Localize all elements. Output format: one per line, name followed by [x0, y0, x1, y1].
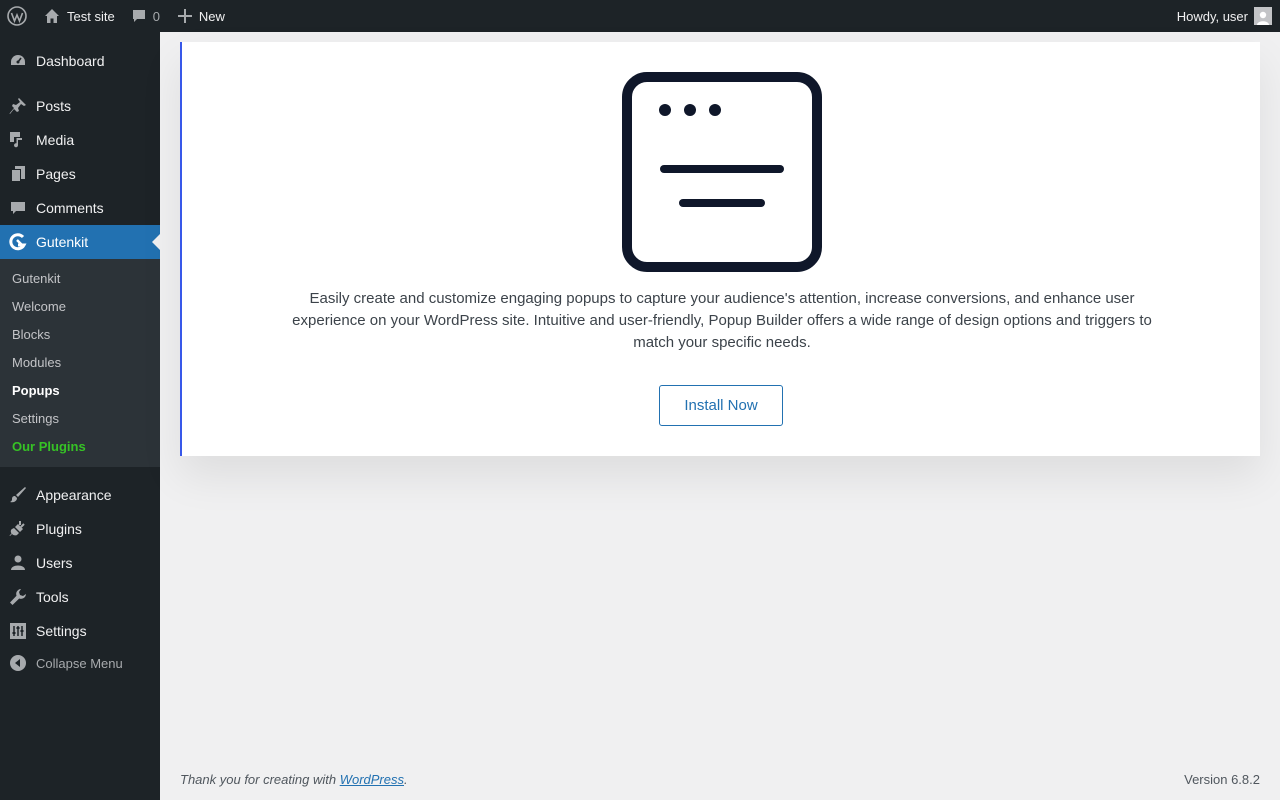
avatar: [1254, 7, 1272, 25]
popup-window-icon: [622, 72, 822, 272]
sidebar-item-comments[interactable]: Comments: [0, 191, 160, 225]
sliders-icon: [0, 622, 36, 640]
sidebar-item-posts[interactable]: Posts: [0, 89, 160, 123]
user-icon: [0, 554, 36, 572]
dashboard-icon: [0, 52, 36, 70]
comments-count: 0: [152, 8, 160, 24]
sidebar-item-label: Appearance: [36, 487, 112, 503]
submenu-item-blocks[interactable]: Blocks: [12, 327, 50, 342]
brush-icon: [0, 486, 36, 504]
new-content-link[interactable]: New: [168, 0, 233, 32]
sidebar-item-appearance[interactable]: Appearance: [0, 478, 160, 512]
gutenkit-icon: [0, 232, 36, 252]
sidebar-item-label: Comments: [36, 200, 104, 216]
wordpress-link[interactable]: WordPress: [340, 772, 404, 787]
comment-icon: [132, 10, 145, 22]
sidebar-item-label: Pages: [36, 166, 76, 182]
footer-period: .: [404, 772, 408, 787]
sidebar-item-label: Settings: [36, 623, 87, 639]
sidebar-item-label: Gutenkit: [36, 234, 89, 250]
sidebar-item-pages[interactable]: Pages: [0, 157, 160, 191]
submenu-item-welcome[interactable]: Welcome: [12, 299, 66, 314]
submenu-item-modules[interactable]: Modules: [12, 355, 61, 370]
sidebar-item-media[interactable]: Media: [0, 123, 160, 157]
footer-thanks-text: Thank you for creating with: [180, 772, 340, 787]
sidebar-item-settings[interactable]: Settings: [0, 614, 160, 648]
howdy-text: Howdy, user: [1176, 8, 1248, 24]
site-name-link[interactable]: Test site: [34, 0, 123, 32]
admin-sidebar: Dashboard Posts Media Pages Comments Gut…: [0, 32, 160, 800]
media-icon: [0, 131, 36, 149]
submenu-item-gutenkit[interactable]: Gutenkit: [12, 271, 60, 286]
sidebar-item-plugins[interactable]: Plugins: [0, 512, 160, 546]
wrench-icon: [0, 588, 36, 606]
comment-icon: [0, 199, 36, 217]
footer-thankyou: Thank you for creating with WordPress.: [180, 772, 408, 787]
collapse-arrow-icon: [0, 654, 36, 672]
footer-version: Version 6.8.2: [1184, 772, 1260, 787]
home-icon: [45, 9, 59, 23]
collapse-menu-button[interactable]: Collapse Menu: [0, 646, 160, 680]
pages-icon: [0, 165, 36, 183]
user-avatar-icon: [1257, 11, 1269, 25]
new-label: New: [198, 8, 225, 24]
pin-icon: [0, 97, 36, 115]
sidebar-item-gutenkit[interactable]: Gutenkit: [0, 225, 160, 259]
sidebar-item-label: Plugins: [36, 521, 82, 537]
sidebar-item-dashboard[interactable]: Dashboard: [0, 44, 160, 78]
sidebar-item-label: Users: [36, 555, 73, 571]
submenu-item-our-plugins[interactable]: Our Plugins: [12, 439, 86, 454]
sidebar-item-users[interactable]: Users: [0, 546, 160, 580]
submenu-item-settings[interactable]: Settings: [12, 411, 59, 426]
sidebar-item-label: Media: [36, 132, 75, 148]
gutenkit-submenu: Gutenkit Welcome Blocks Modules Popups S…: [0, 259, 160, 467]
sidebar-item-label: Dashboard: [36, 53, 105, 69]
comments-link[interactable]: 0: [123, 0, 168, 32]
sidebar-item-tools[interactable]: Tools: [0, 580, 160, 614]
submenu-item-popups[interactable]: Popups: [12, 383, 60, 398]
sidebar-item-label: Tools: [36, 589, 69, 605]
plug-icon: [0, 520, 36, 538]
install-now-button[interactable]: Install Now: [659, 385, 783, 426]
sidebar-item-label: Posts: [36, 98, 72, 114]
popup-builder-card: Easily create and customize engaging pop…: [180, 42, 1260, 456]
admin-bar: Test site 0 New Howdy, user: [0, 0, 1280, 32]
popup-builder-description: Easily create and customize engaging pop…: [292, 290, 1152, 351]
collapse-menu-label: Collapse Menu: [36, 655, 123, 671]
wordpress-logo-icon[interactable]: [0, 0, 34, 32]
account-menu[interactable]: Howdy, user: [1177, 0, 1272, 32]
site-name: Test site: [67, 8, 115, 24]
plus-icon: [177, 9, 192, 23]
